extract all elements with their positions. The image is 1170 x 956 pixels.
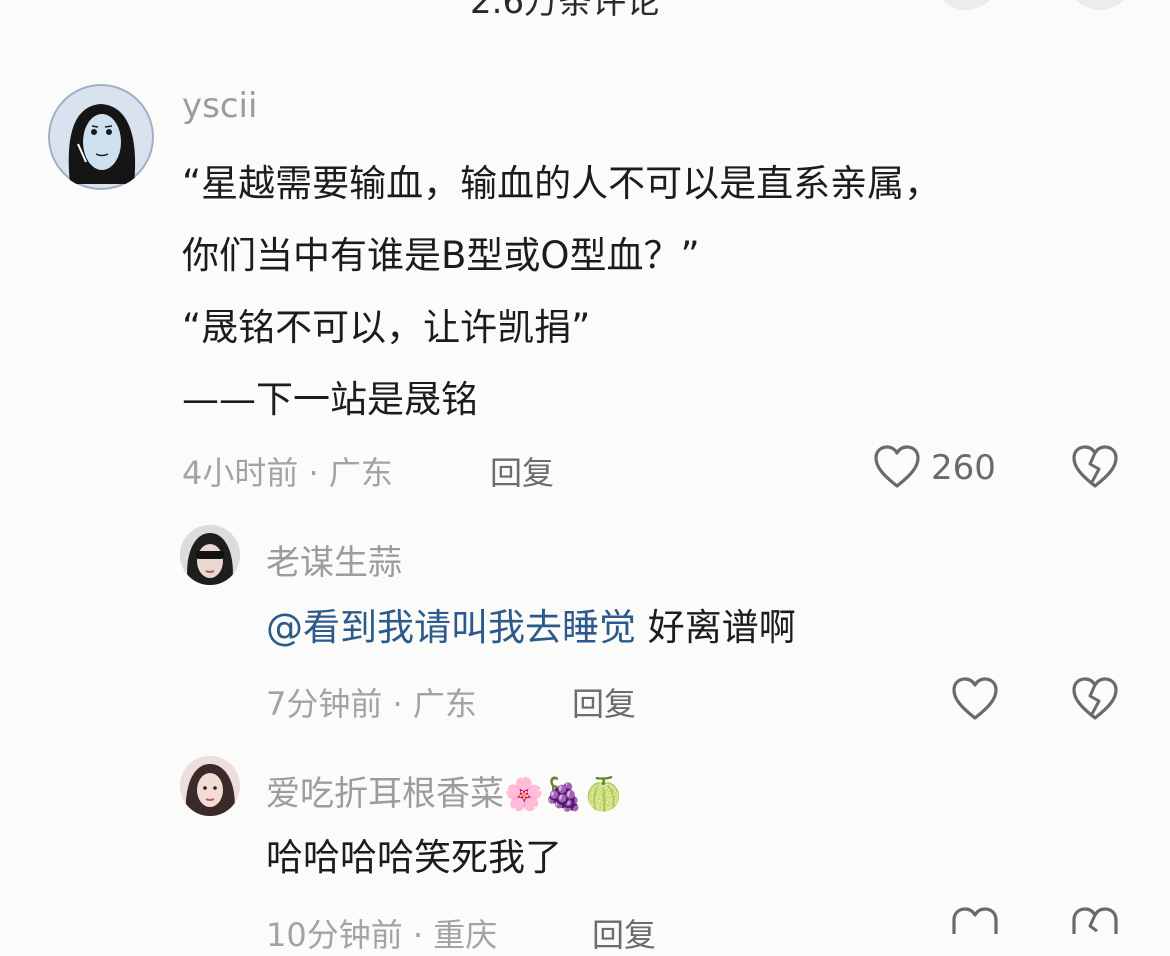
username-emoji: 🌸🍇🍈 bbox=[504, 775, 624, 813]
broken-heart-icon[interactable] bbox=[1071, 444, 1119, 490]
comment-text-body: 好离谱啊 bbox=[636, 606, 796, 649]
user-mention-link[interactable]: @看到我请叫我去睡觉 bbox=[266, 606, 636, 649]
avatar[interactable] bbox=[180, 525, 240, 585]
reply-button[interactable]: 回复 bbox=[490, 448, 554, 494]
close-button[interactable] bbox=[1066, 0, 1134, 10]
comment-text-line: “晟铭不可以，让许凯捐” bbox=[182, 306, 591, 349]
header-title: 2.6万条评论 bbox=[470, 0, 661, 22]
comment-text: @看到我请叫我去睡觉 好离谱啊 bbox=[266, 592, 796, 664]
broken-heart-icon[interactable] bbox=[1071, 676, 1119, 722]
comment-meta: 10分钟前 · 重庆 bbox=[266, 916, 498, 954]
heart-outline-icon[interactable] bbox=[951, 906, 999, 934]
header-action-button[interactable] bbox=[932, 0, 1000, 10]
comment-username[interactable]: 爱吃折耳根香菜 bbox=[266, 774, 504, 814]
comment-username[interactable]: 老谋生蒜 bbox=[266, 535, 402, 584]
comment-meta: 7分钟前 · 广东 bbox=[266, 685, 477, 723]
heart-outline-icon[interactable] bbox=[951, 676, 999, 722]
reply-button[interactable]: 回复 bbox=[572, 679, 636, 725]
comment-username[interactable]: yscii bbox=[182, 86, 257, 126]
like-count: 260 bbox=[931, 448, 996, 488]
broken-heart-icon[interactable] bbox=[1071, 906, 1119, 934]
comment-text: 哈哈哈哈笑死我了 bbox=[266, 836, 562, 879]
comment-meta: 4小时前 · 广东 bbox=[182, 454, 393, 492]
reply-button[interactable]: 回复 bbox=[592, 910, 656, 956]
heart-outline-icon[interactable] bbox=[873, 444, 921, 490]
comment-text-line: “星越需要输血，输血的人不可以是直系亲属， bbox=[182, 162, 942, 205]
avatar[interactable] bbox=[48, 84, 154, 190]
comment-username-row: 爱吃折耳根香菜🌸🍇🍈 bbox=[266, 766, 624, 815]
comment-text-line: 你们当中有谁是B型或O型血？” bbox=[182, 234, 700, 277]
comment-text-line: ——下一站是晟铭 bbox=[182, 378, 478, 421]
comments-header: 2.6万条评论 bbox=[0, 0, 1170, 24]
avatar[interactable] bbox=[180, 756, 240, 816]
